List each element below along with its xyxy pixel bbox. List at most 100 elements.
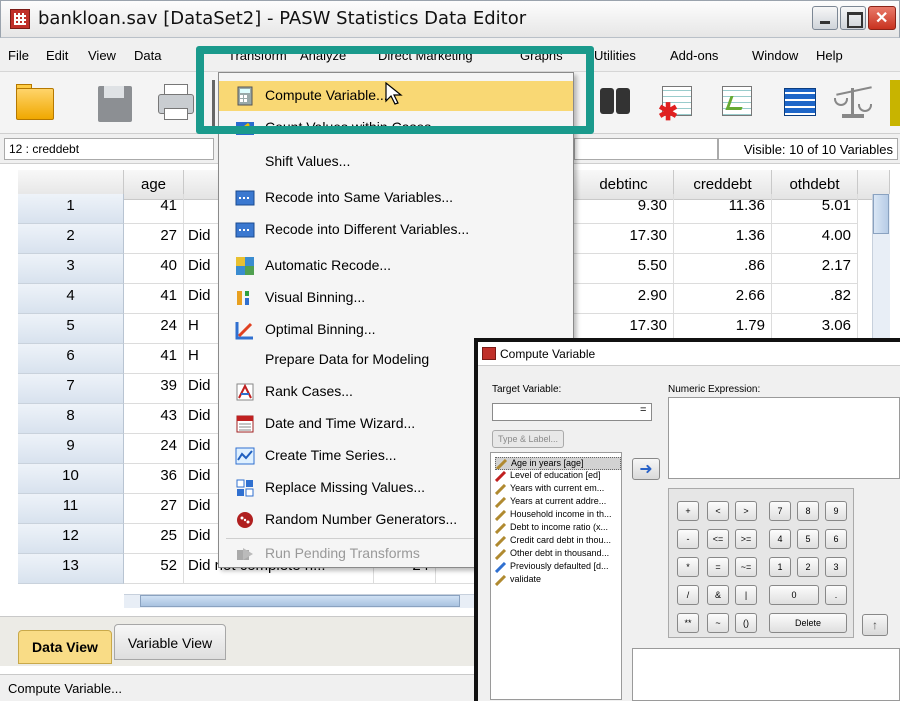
table-cell-othdebt[interactable]: 5.01 — [772, 194, 858, 224]
variable-list-item[interactable]: validate — [495, 574, 621, 587]
keypad-key[interactable]: <= — [707, 529, 729, 549]
minimize-button[interactable] — [812, 6, 838, 30]
variable-list-item[interactable]: Other debt in thousand... — [495, 548, 621, 561]
table-cell-age[interactable]: 41 — [124, 284, 184, 314]
table-cell-creddebt[interactable]: 2.66 — [674, 284, 772, 314]
split-file-icon[interactable] — [780, 84, 818, 122]
keypad-key[interactable]: . — [825, 585, 847, 605]
weight-cases-icon[interactable] — [834, 84, 872, 122]
row-header[interactable]: 4 — [18, 284, 124, 314]
variable-list-item[interactable]: Debt to income ratio (x... — [495, 522, 621, 535]
table-cell-age[interactable]: 39 — [124, 374, 184, 404]
table-cell-age[interactable]: 36 — [124, 464, 184, 494]
keypad-key[interactable]: 8 — [797, 501, 819, 521]
target-variable-input[interactable] — [492, 403, 652, 421]
menu-file[interactable]: File — [8, 48, 29, 63]
row-header[interactable]: 10 — [18, 464, 124, 494]
table-cell-debtinc[interactable]: 9.30 — [574, 194, 674, 224]
type-and-label-button[interactable]: Type & Label... — [492, 430, 564, 448]
table-cell-age[interactable]: 27 — [124, 224, 184, 254]
keypad-key[interactable]: ~= — [735, 557, 757, 577]
tab-data-view[interactable]: Data View — [18, 630, 112, 664]
variable-list-item[interactable]: Previously defaulted [d... — [495, 561, 621, 574]
row-header[interactable]: 5 — [18, 314, 124, 344]
menu-item-visual-binning[interactable]: Visual Binning... — [219, 283, 573, 313]
keypad-key[interactable]: 0 — [769, 585, 819, 605]
cell-editor[interactable] — [574, 138, 718, 160]
menu-item-recode-same[interactable]: Recode into Same Variables... — [219, 183, 573, 213]
keypad-key[interactable]: > — [735, 501, 757, 521]
menu-data[interactable]: Data — [134, 48, 161, 63]
table-cell-debtinc[interactable]: 2.90 — [574, 284, 674, 314]
insert-cases-icon[interactable]: ✱ — [658, 84, 696, 126]
keypad-key[interactable]: ~ — [707, 613, 729, 633]
keypad-key[interactable]: 2 — [797, 557, 819, 577]
keypad-key[interactable]: >= — [735, 529, 757, 549]
menu-edit[interactable]: Edit — [46, 48, 68, 63]
menu-utilities[interactable]: Utilities — [594, 48, 636, 63]
menu-window[interactable]: Window — [752, 48, 798, 63]
variable-list-item[interactable]: Age in years [age] — [495, 457, 621, 470]
menu-view[interactable]: View — [88, 48, 116, 63]
row-header[interactable]: 2 — [18, 224, 124, 254]
keypad-key[interactable]: 7 — [769, 501, 791, 521]
numeric-expression-input[interactable] — [668, 397, 900, 479]
toolbar-overflow-icon[interactable] — [890, 80, 900, 126]
row-header[interactable]: 11 — [18, 494, 124, 524]
function-group-list[interactable] — [632, 648, 900, 701]
keypad-key[interactable]: () — [735, 613, 757, 633]
maximize-button[interactable] — [840, 6, 866, 30]
keypad-key[interactable]: < — [707, 501, 729, 521]
row-header[interactable]: 3 — [18, 254, 124, 284]
keypad-key[interactable]: / — [677, 585, 699, 605]
row-header[interactable]: 1 — [18, 194, 124, 224]
keypad-key[interactable]: 6 — [825, 529, 847, 549]
row-header[interactable]: 12 — [18, 524, 124, 554]
keypad-key[interactable]: 1 — [769, 557, 791, 577]
keypad-key[interactable]: 4 — [769, 529, 791, 549]
table-cell-creddebt[interactable]: 1.36 — [674, 224, 772, 254]
print-icon[interactable] — [152, 80, 200, 126]
row-header[interactable]: 13 — [18, 554, 124, 584]
save-icon[interactable] — [92, 80, 140, 126]
keypad-key[interactable]: + — [677, 501, 699, 521]
table-cell-age[interactable]: 40 — [124, 254, 184, 284]
open-folder-icon[interactable] — [12, 80, 60, 126]
table-cell-debtinc[interactable]: 5.50 — [574, 254, 674, 284]
source-variable-list[interactable]: Age in years [age] Level of education [ed… — [490, 452, 622, 700]
variable-list-item[interactable]: Years at current addre... — [495, 496, 621, 509]
keypad-key[interactable]: - — [677, 529, 699, 549]
table-cell-creddebt[interactable]: 11.36 — [674, 194, 772, 224]
menu-item-automatic-recode[interactable]: Automatic Recode... — [219, 251, 573, 281]
table-cell-age[interactable]: 41 — [124, 344, 184, 374]
move-variable-button[interactable]: ➜ — [632, 458, 660, 480]
menu-help[interactable]: Help — [816, 48, 843, 63]
variable-list-item[interactable]: Years with current em... — [495, 483, 621, 496]
menu-item-shift-values[interactable]: Shift Values... — [219, 147, 573, 177]
table-cell-othdebt[interactable]: 4.00 — [772, 224, 858, 254]
keypad-key[interactable]: * — [677, 557, 699, 577]
menu-add-ons[interactable]: Add-ons — [670, 48, 718, 63]
table-cell-creddebt[interactable]: .86 — [674, 254, 772, 284]
insert-variable-icon[interactable] — [718, 84, 756, 122]
table-cell-age[interactable]: 24 — [124, 314, 184, 344]
keypad-key[interactable]: 5 — [797, 529, 819, 549]
move-function-up-button[interactable]: ↑ — [862, 614, 888, 636]
keypad-key[interactable]: 3 — [825, 557, 847, 577]
table-cell-othdebt[interactable]: .82 — [772, 284, 858, 314]
table-cell-age[interactable]: 52 — [124, 554, 184, 584]
table-cell-age[interactable]: 27 — [124, 494, 184, 524]
row-header[interactable]: 7 — [18, 374, 124, 404]
menu-item-recode-different[interactable]: Recode into Different Variables... — [219, 215, 573, 245]
keypad-key[interactable]: 9 — [825, 501, 847, 521]
horizontal-scroll-thumb[interactable] — [140, 595, 460, 607]
vertical-scroll-thumb[interactable] — [873, 194, 889, 234]
variable-list-item[interactable]: Credit card debt in thou... — [495, 535, 621, 548]
table-cell-debtinc[interactable]: 17.30 — [574, 224, 674, 254]
keypad-key[interactable]: & — [707, 585, 729, 605]
close-button[interactable] — [868, 6, 896, 30]
row-header[interactable]: 9 — [18, 434, 124, 464]
keypad-key[interactable]: ** — [677, 613, 699, 633]
tab-variable-view[interactable]: Variable View — [114, 624, 226, 660]
table-cell-age[interactable]: 24 — [124, 434, 184, 464]
